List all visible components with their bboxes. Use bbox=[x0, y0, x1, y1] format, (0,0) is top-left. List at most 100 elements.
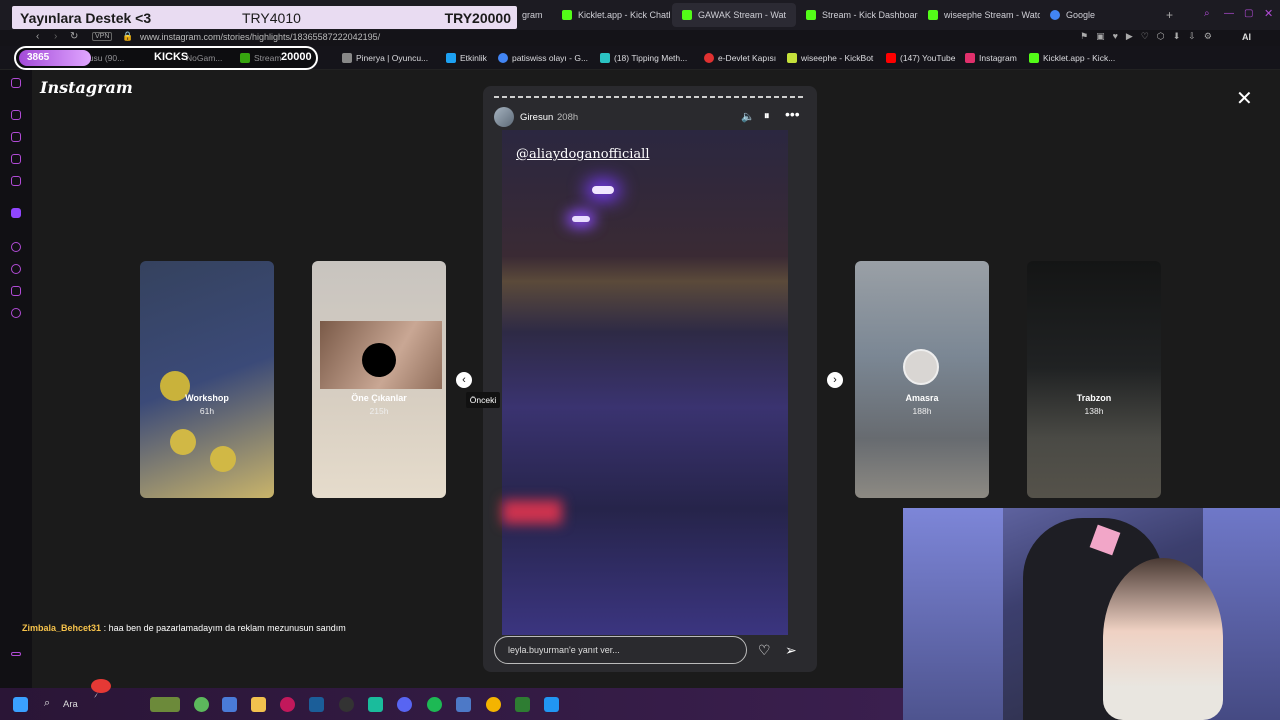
discord-icon[interactable] bbox=[397, 697, 412, 712]
spotify-icon[interactable] bbox=[427, 697, 442, 712]
sidebar-toggle-icon[interactable] bbox=[11, 652, 21, 656]
stage-light bbox=[572, 216, 590, 222]
tab-wiseephe[interactable]: wiseephe Stream - Watc bbox=[918, 3, 1040, 27]
bookmark-tipping[interactable]: (18) Tipping Meth... bbox=[600, 51, 687, 65]
highlight-age: 188h bbox=[912, 406, 932, 416]
ai-button[interactable]: AI bbox=[1242, 32, 1251, 42]
kick-icon bbox=[682, 10, 692, 20]
neon-light bbox=[502, 500, 562, 524]
steam-icon[interactable] bbox=[309, 697, 324, 712]
heart-icon[interactable]: ♡ bbox=[758, 642, 771, 659]
cube-icon[interactable] bbox=[11, 286, 21, 296]
highlight-card-workshop[interactable]: Workshop 61h bbox=[140, 261, 274, 498]
bookmark-etkinlik[interactable]: Etkinlik bbox=[446, 51, 487, 65]
chat-username: Zimbala_Behcet31 bbox=[22, 623, 102, 633]
donation-goal: TRY20000 bbox=[444, 9, 511, 26]
kick-icon bbox=[1029, 53, 1039, 63]
close-icon[interactable]: ✕ bbox=[1236, 86, 1253, 111]
tab-google[interactable]: Google bbox=[1040, 3, 1120, 27]
app-icon[interactable] bbox=[456, 697, 471, 712]
reload-icon[interactable]: ↻ bbox=[70, 31, 78, 42]
highlight-title: Trabzon bbox=[1076, 393, 1112, 403]
bookmark-patiswiss[interactable]: patiswiss olayı - G... bbox=[498, 51, 588, 65]
wallet-icon[interactable] bbox=[11, 176, 21, 186]
messenger-icon[interactable] bbox=[11, 78, 21, 88]
edevlet-icon bbox=[704, 53, 714, 63]
browser-sidebar bbox=[0, 70, 32, 688]
app-icon[interactable] bbox=[544, 697, 559, 712]
copilot-icon[interactable] bbox=[222, 697, 237, 712]
instagram-logo[interactable]: Instagram bbox=[40, 78, 133, 97]
portrait-sticker bbox=[210, 446, 236, 472]
bookmark-edevlet[interactable]: e-Devlet Kapısı bbox=[704, 51, 776, 65]
settings-icon[interactable] bbox=[11, 308, 21, 318]
more-options-icon[interactable]: ••• bbox=[785, 106, 800, 122]
shelf bbox=[903, 508, 1003, 720]
highlight-age: 215h bbox=[369, 406, 389, 416]
previous-story-icon[interactable]: ‹ bbox=[456, 372, 472, 388]
reply-input[interactable]: leyla.buyurman'e yanıt ver... bbox=[494, 636, 747, 664]
file-explorer-icon[interactable] bbox=[251, 697, 266, 712]
xbox-icon[interactable] bbox=[194, 697, 209, 712]
volume-icon[interactable]: 🔈 bbox=[741, 110, 755, 123]
google-icon bbox=[498, 53, 508, 63]
chat-icon[interactable] bbox=[11, 154, 21, 164]
chrome-icon[interactable] bbox=[486, 697, 501, 712]
donation-current: TRY4010 bbox=[242, 9, 301, 26]
send-icon[interactable]: ➢ bbox=[785, 642, 797, 659]
story-media[interactable] bbox=[502, 130, 788, 635]
lock-icon: 🔒 bbox=[122, 31, 134, 41]
clock-icon[interactable] bbox=[11, 264, 21, 274]
minimize-icon[interactable]: — bbox=[1224, 8, 1234, 19]
story-mention[interactable]: @aliaydoganofficiall bbox=[516, 147, 649, 162]
tab-kick-dashboard[interactable]: Stream - Kick Dashboard bbox=[796, 3, 918, 27]
twitch-icon[interactable] bbox=[11, 208, 21, 218]
pause-icon[interactable]: ⏸ bbox=[764, 110, 770, 123]
highlight-title: Workshop bbox=[185, 393, 229, 403]
tab-gawak[interactable]: GAWAK Stream - Wat bbox=[672, 3, 796, 27]
app-icon[interactable] bbox=[515, 697, 530, 712]
app-icon[interactable] bbox=[339, 697, 354, 712]
tab-kicklet[interactable]: Kicklet.app - Kick Chatbo bbox=[552, 3, 670, 27]
kick-icon bbox=[562, 10, 572, 20]
opera-gx-icon[interactable] bbox=[280, 697, 295, 712]
maximize-icon[interactable]: ▢ bbox=[1244, 8, 1253, 19]
bookmark-instagram[interactable]: Instagram bbox=[965, 51, 1017, 65]
tab-instagram[interactable]: gram bbox=[512, 3, 552, 27]
taskbar-search-label[interactable]: Ara bbox=[63, 699, 78, 710]
highlight-title: Amasra bbox=[905, 393, 939, 403]
widget-icon[interactable] bbox=[150, 697, 180, 712]
toolbar-icons[interactable]: ⚑▣♥▶♡⬡⬇⇩⚙ bbox=[1080, 31, 1220, 42]
highlight-card-one-cikanlar[interactable]: Öne Çıkanlar 215h bbox=[312, 261, 446, 498]
highlight-card-trabzon[interactable]: Trabzon 138h bbox=[1027, 261, 1161, 498]
new-tab-icon[interactable]: + bbox=[1166, 8, 1173, 22]
bookmark-pinerya[interactable]: Pinerya | Oyuncu... bbox=[342, 51, 428, 65]
next-story-icon[interactable]: › bbox=[827, 372, 843, 388]
kick-icon bbox=[928, 10, 938, 20]
windows-start-icon[interactable] bbox=[13, 697, 28, 712]
highlight-card-amasra[interactable]: Amasra 188h bbox=[855, 261, 989, 498]
bag-icon[interactable] bbox=[11, 132, 21, 142]
bookmark-kickbot[interactable]: wiseephe - KickBot bbox=[787, 51, 873, 65]
search-icon[interactable]: ⌕ bbox=[44, 697, 56, 712]
close-window-icon[interactable]: ✕ bbox=[1264, 7, 1273, 20]
tab-label: Stream - Kick Dashboard bbox=[822, 10, 918, 20]
donation-title: Yayınlara Destek <3 bbox=[20, 9, 152, 26]
player-icon[interactable] bbox=[11, 242, 21, 252]
bookmark-youtube[interactable]: (147) YouTube bbox=[886, 51, 955, 65]
previous-tooltip: Önceki bbox=[466, 392, 500, 408]
tab-label: GAWAK Stream - Wat bbox=[698, 10, 787, 20]
address-bar[interactable]: ‹ › ↻ VPN 🔒 www.instagram.com/stories/hi… bbox=[0, 30, 1280, 46]
back-icon[interactable]: ‹ bbox=[36, 31, 39, 42]
avatar[interactable] bbox=[494, 107, 514, 127]
search-icon[interactable]: ⌕ bbox=[1204, 8, 1210, 19]
app-icon[interactable] bbox=[368, 697, 383, 712]
forward-icon[interactable]: › bbox=[54, 31, 57, 42]
url-text[interactable]: www.instagram.com/stories/highlights/183… bbox=[140, 32, 380, 42]
refresh-icon[interactable] bbox=[11, 110, 21, 120]
story-username[interactable]: Giresun bbox=[520, 112, 553, 123]
google-icon bbox=[1050, 10, 1060, 20]
bookmark-kicklet[interactable]: Kicklet.app - Kick... bbox=[1029, 51, 1115, 65]
chat-text: : haa ben de pazarlamadayım da reklam me… bbox=[103, 623, 346, 633]
vpn-badge[interactable]: VPN bbox=[92, 32, 113, 41]
